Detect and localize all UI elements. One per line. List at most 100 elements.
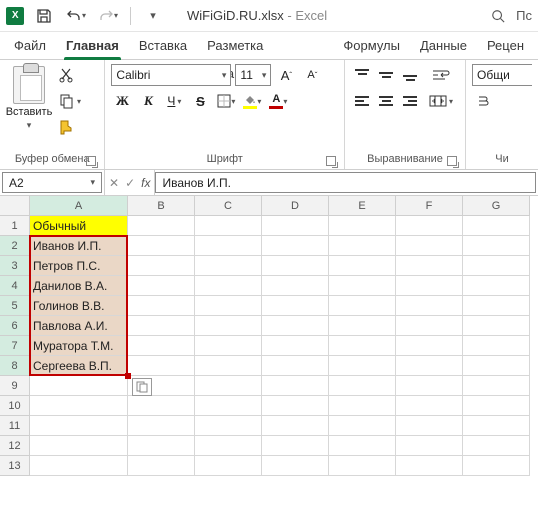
cell[interactable]	[396, 216, 463, 236]
row-header[interactable]: 8	[0, 356, 30, 376]
row-header[interactable]: 1	[0, 216, 30, 236]
cell[interactable]	[128, 256, 195, 276]
cell[interactable]	[463, 416, 530, 436]
search-icon[interactable]	[484, 3, 512, 29]
decrease-font-button[interactable]: Aˇ	[301, 64, 323, 86]
cell[interactable]	[195, 336, 262, 356]
cell[interactable]: Голинов В.В.	[30, 296, 128, 316]
cell[interactable]	[463, 276, 530, 296]
row-header[interactable]: 13	[0, 456, 30, 476]
cell[interactable]	[195, 436, 262, 456]
cell[interactable]	[329, 236, 396, 256]
cell[interactable]	[329, 356, 396, 376]
cell[interactable]	[329, 216, 396, 236]
cell[interactable]	[262, 376, 329, 396]
wrap-text-button[interactable]	[427, 64, 455, 86]
cell[interactable]: Иванов И.П.	[30, 236, 128, 256]
cell[interactable]: Данилов В.А.	[30, 276, 128, 296]
underline-button[interactable]: Ч▾	[163, 90, 185, 112]
column-header[interactable]: F	[396, 196, 463, 216]
italic-button[interactable]: К	[137, 90, 159, 112]
cell[interactable]	[128, 236, 195, 256]
cell[interactable]	[396, 276, 463, 296]
cell[interactable]	[329, 336, 396, 356]
cell[interactable]	[463, 216, 530, 236]
strikethrough-button[interactable]: S	[189, 90, 211, 112]
cell[interactable]	[262, 256, 329, 276]
row-header[interactable]: 7	[0, 336, 30, 356]
row-header[interactable]: 3	[0, 256, 30, 276]
cancel-formula-icon[interactable]: ✕	[109, 176, 119, 190]
merge-cells-button[interactable]: ▾	[427, 90, 455, 112]
cell[interactable]	[463, 336, 530, 356]
cell[interactable]	[262, 416, 329, 436]
borders-button[interactable]: ▾	[215, 90, 237, 112]
row-header[interactable]: 10	[0, 396, 30, 416]
cell[interactable]	[262, 336, 329, 356]
tab-review[interactable]: Рецен	[477, 32, 534, 60]
cell[interactable]	[195, 376, 262, 396]
cell[interactable]	[195, 236, 262, 256]
cell[interactable]	[463, 316, 530, 336]
alignment-launcher-icon[interactable]	[447, 156, 459, 168]
cell[interactable]	[262, 296, 329, 316]
bold-button[interactable]: Ж	[111, 90, 133, 112]
cell[interactable]	[396, 256, 463, 276]
cell[interactable]	[329, 416, 396, 436]
row-header[interactable]: 11	[0, 416, 30, 436]
cell[interactable]	[262, 236, 329, 256]
cell[interactable]	[396, 236, 463, 256]
column-header[interactable]: D	[262, 196, 329, 216]
cell[interactable]	[463, 356, 530, 376]
cell[interactable]	[329, 276, 396, 296]
cell[interactable]	[463, 236, 530, 256]
cell[interactable]	[463, 296, 530, 316]
cell[interactable]	[262, 396, 329, 416]
font-launcher-icon[interactable]	[326, 156, 338, 168]
cell[interactable]: Павлова А.И.	[30, 316, 128, 336]
column-header[interactable]: G	[463, 196, 530, 216]
align-top-button[interactable]	[351, 64, 373, 86]
cell[interactable]	[195, 216, 262, 236]
format-painter-button[interactable]	[56, 116, 94, 138]
cell[interactable]	[195, 276, 262, 296]
tab-home[interactable]: Главная	[56, 32, 129, 60]
number-format-combo[interactable]: Общи	[472, 64, 532, 86]
currency-button[interactable]	[472, 90, 494, 112]
cell[interactable]: Муратора Т.М.	[30, 336, 128, 356]
column-header[interactable]: C	[195, 196, 262, 216]
cell[interactable]	[128, 356, 195, 376]
cell[interactable]	[329, 296, 396, 316]
cell[interactable]	[396, 296, 463, 316]
cell[interactable]	[128, 276, 195, 296]
cell[interactable]	[195, 396, 262, 416]
cell[interactable]	[30, 416, 128, 436]
cell[interactable]	[128, 216, 195, 236]
paste-button[interactable]: Вставить ▾	[6, 64, 52, 131]
cell[interactable]: Обычный	[30, 216, 128, 236]
cell[interactable]	[396, 396, 463, 416]
increase-font-button[interactable]: Aˆ	[275, 64, 297, 86]
cell[interactable]	[463, 256, 530, 276]
cell[interactable]	[195, 296, 262, 316]
cell[interactable]	[195, 456, 262, 476]
clipboard-launcher-icon[interactable]	[86, 156, 98, 168]
cell[interactable]	[396, 416, 463, 436]
row-header[interactable]: 5	[0, 296, 30, 316]
cell[interactable]	[329, 436, 396, 456]
cell[interactable]	[128, 436, 195, 456]
cell[interactable]	[128, 396, 195, 416]
align-center-button[interactable]	[375, 90, 397, 112]
undo-button[interactable]: ▾	[62, 3, 90, 29]
formula-bar[interactable]: Иванов И.П.	[155, 172, 536, 193]
align-middle-button[interactable]	[375, 64, 397, 86]
cell[interactable]	[128, 416, 195, 436]
fill-color-button[interactable]: ▾	[241, 90, 263, 112]
cell[interactable]	[396, 376, 463, 396]
cell[interactable]	[262, 356, 329, 376]
cell[interactable]	[30, 396, 128, 416]
cell[interactable]	[396, 316, 463, 336]
worksheet-grid[interactable]: ABCDEFG1Обычный2Иванов И.П.3Петров П.С.4…	[0, 196, 538, 476]
cell[interactable]	[396, 336, 463, 356]
cell[interactable]	[128, 336, 195, 356]
